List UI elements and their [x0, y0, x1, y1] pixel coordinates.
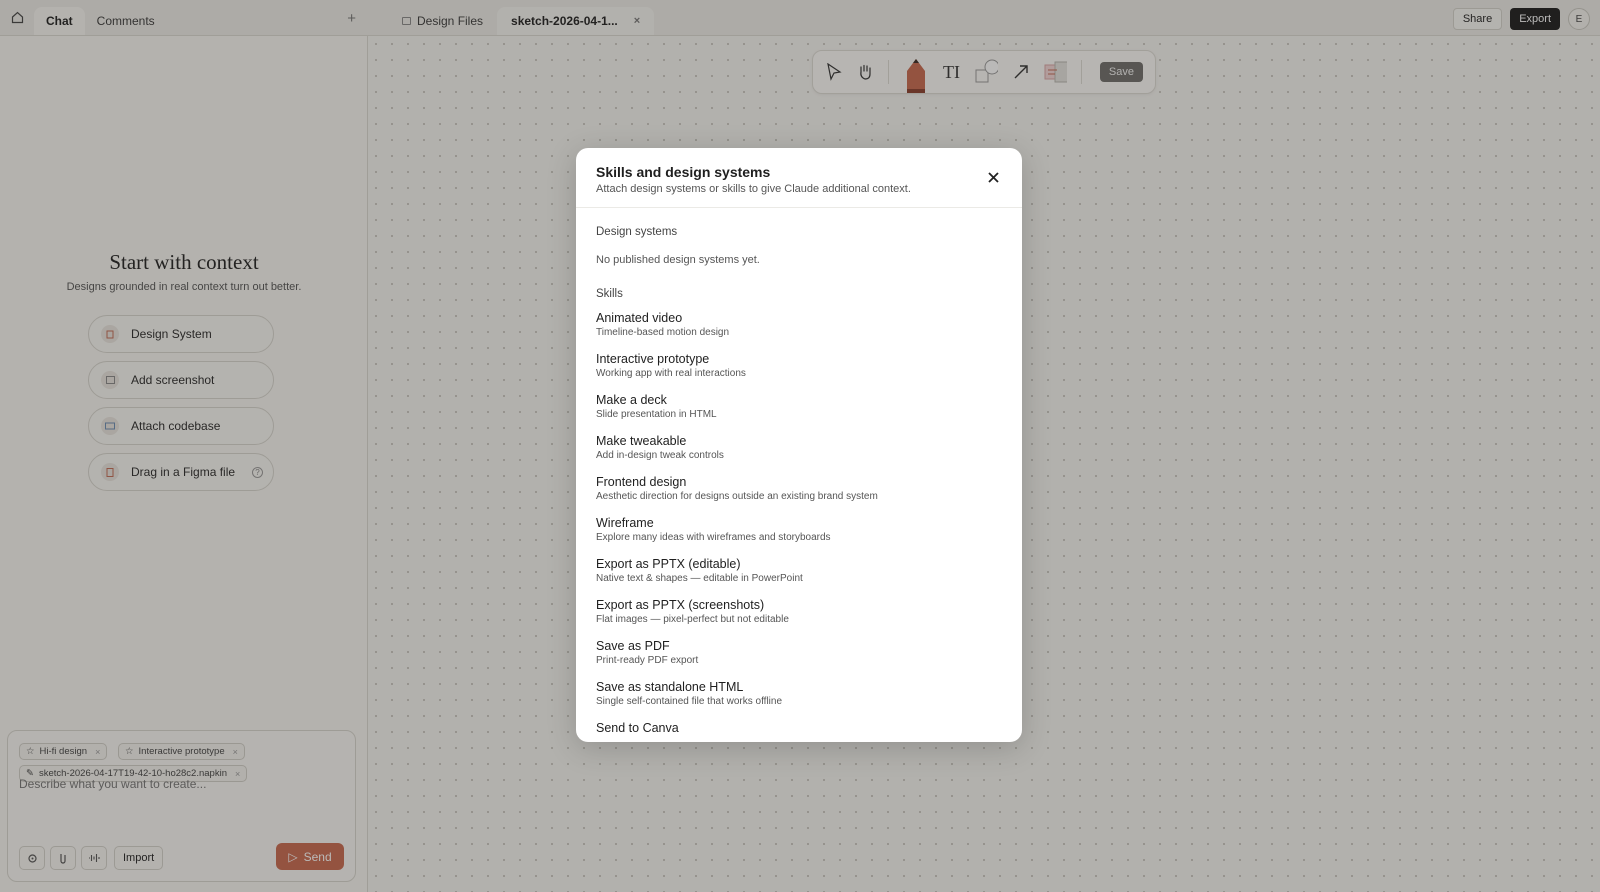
skill-save-pdf[interactable]: Save as PDF Print-ready PDF export: [596, 639, 1002, 669]
skill-desc: Aesthetic direction for designs outside …: [596, 491, 878, 502]
skill-name: Save as standalone HTML: [596, 680, 744, 694]
skill-desc: Explore many ideas with wireframes and s…: [596, 532, 831, 543]
skill-make-deck[interactable]: Make a deck Slide presentation in HTML: [596, 393, 1002, 423]
skill-animated-video[interactable]: Animated video Timeline-based motion des…: [596, 311, 1002, 341]
skill-make-tweakable[interactable]: Make tweakable Add in-design tweak contr…: [596, 434, 1002, 464]
skill-export-pptx-screenshots[interactable]: Export as PPTX (screenshots) Flat images…: [596, 598, 1002, 628]
skill-name: Export as PPTX (editable): [596, 557, 741, 571]
design-systems-heading: Design systems: [596, 226, 678, 238]
skill-name: Save as PDF: [596, 639, 670, 653]
skills-modal: Skills and design systems Attach design …: [576, 148, 1022, 742]
skill-desc: Slide presentation in HTML: [596, 409, 717, 420]
skill-desc: Flat images — pixel-perfect but not edit…: [596, 614, 789, 625]
skill-export-pptx-editable[interactable]: Export as PPTX (editable) Native text & …: [596, 557, 1002, 587]
skill-send-to-canva[interactable]: Send to Canva: [596, 721, 1002, 742]
skill-desc: Working app with real interactions: [596, 368, 746, 379]
modal-subtitle: Attach design systems or skills to give …: [596, 183, 911, 195]
skill-name: Make tweakable: [596, 434, 687, 448]
skill-name: Animated video: [596, 311, 683, 325]
modal-header: Skills and design systems Attach design …: [576, 148, 1022, 208]
skill-name: Make a deck: [596, 393, 667, 407]
skill-frontend-design[interactable]: Frontend design Aesthetic direction for …: [596, 475, 1002, 505]
skill-name: Interactive prototype: [596, 352, 710, 366]
close-icon[interactable]: [986, 170, 1000, 184]
skills-heading: Skills: [596, 288, 623, 300]
skill-save-html[interactable]: Save as standalone HTML Single self-cont…: [596, 680, 1002, 710]
skill-desc: Add in-design tweak controls: [596, 450, 724, 461]
skill-name: Frontend design: [596, 475, 687, 489]
skill-name: Wireframe: [596, 516, 654, 530]
design-systems-empty: No published design systems yet.: [596, 254, 760, 266]
skill-interactive-prototype[interactable]: Interactive prototype Working app with r…: [596, 352, 1002, 382]
skill-desc: Timeline-based motion design: [596, 327, 730, 338]
skill-desc: Native text & shapes — editable in Power…: [596, 573, 803, 584]
skill-desc: Single self-contained file that works of…: [596, 696, 783, 707]
skill-wireframe[interactable]: Wireframe Explore many ideas with wirefr…: [596, 516, 1002, 546]
modal-body: Design systems No published design syste…: [576, 208, 1022, 742]
skill-name: Export as PPTX (screenshots): [596, 598, 765, 612]
skill-desc: Print-ready PDF export: [596, 655, 699, 666]
skill-name: Send to Canva: [596, 721, 679, 735]
modal-title: Skills and design systems: [596, 164, 771, 180]
